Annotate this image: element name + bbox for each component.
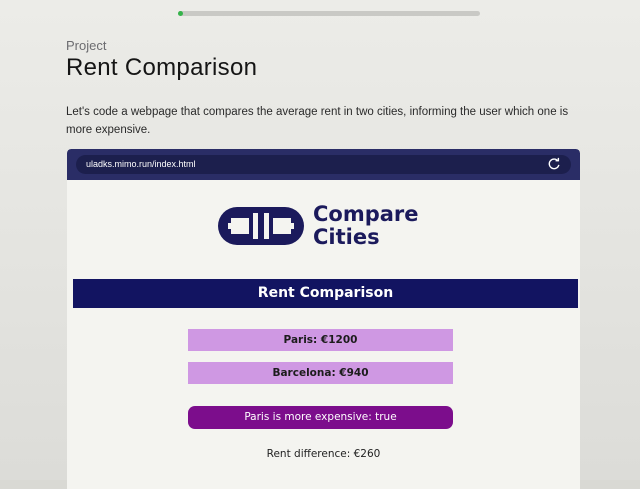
- comparison-result: Paris is more expensive: true: [188, 406, 453, 429]
- logo-line-1: Compare: [313, 202, 419, 226]
- bridge-logo-icon: [218, 207, 304, 245]
- rent-comparison-banner: Rent Comparison: [73, 279, 578, 308]
- lesson-screen: Project Rent Comparison Let's code a web…: [0, 0, 640, 489]
- lesson-progress-fill: [178, 11, 183, 16]
- lesson-description: Let's code a webpage that compares the a…: [66, 106, 569, 136]
- browser-preview: uladks.mimo.run/index.html Compare Citie: [67, 149, 580, 489]
- browser-bar: uladks.mimo.run/index.html: [67, 149, 580, 180]
- rent-difference: Rent difference: €260: [266, 448, 381, 460]
- city-rent-paris: Paris: €1200: [188, 329, 453, 351]
- url-text: uladks.mimo.run/index.html: [86, 159, 196, 169]
- rendered-webpage: Compare Cities Rent Comparison Paris: €1…: [67, 180, 580, 489]
- page-title: Rent Comparison: [66, 54, 258, 81]
- logo-line-2: Cities: [313, 225, 380, 249]
- city-rent-barcelona: Barcelona: €940: [188, 362, 453, 384]
- lesson-progress-bar: [178, 11, 480, 16]
- reload-icon[interactable]: [547, 157, 561, 171]
- logo-wordmark: Compare Cities: [313, 203, 419, 249]
- url-field[interactable]: uladks.mimo.run/index.html: [76, 155, 571, 174]
- project-label: Project: [66, 38, 107, 53]
